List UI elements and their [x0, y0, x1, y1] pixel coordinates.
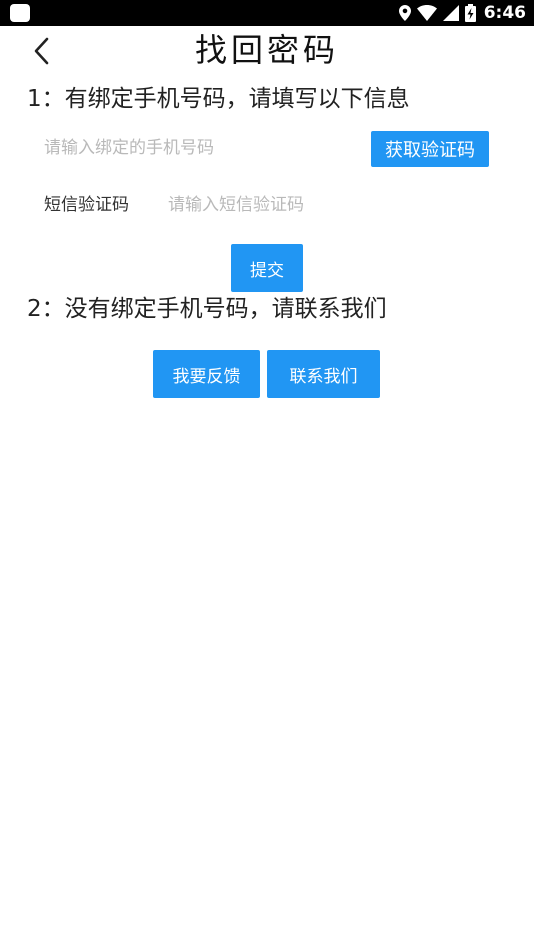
battery-charging-icon: [464, 4, 476, 22]
status-bar: 6:46: [0, 0, 534, 26]
feedback-button[interactable]: 我要反馈: [153, 350, 260, 398]
app-icon: [10, 4, 30, 22]
get-code-button[interactable]: 获取验证码: [371, 131, 489, 167]
phone-input[interactable]: [44, 133, 354, 163]
status-icons: 6:46: [398, 0, 526, 26]
section1-heading: 1：有绑定手机号码，请填写以下信息: [27, 86, 410, 112]
contact-us-button[interactable]: 联系我们: [267, 350, 380, 398]
sms-code-input[interactable]: [168, 190, 488, 220]
submit-button[interactable]: 提交: [231, 244, 303, 292]
status-time: 6:46: [483, 3, 526, 23]
wifi-icon: [416, 5, 437, 21]
section2-heading: 2：没有绑定手机号码，请联系我们: [27, 296, 387, 322]
sms-code-label: 短信验证码: [44, 195, 129, 215]
signal-icon: [442, 5, 459, 21]
page-title: 找回密码: [194, 31, 339, 69]
location-icon: [398, 5, 411, 21]
